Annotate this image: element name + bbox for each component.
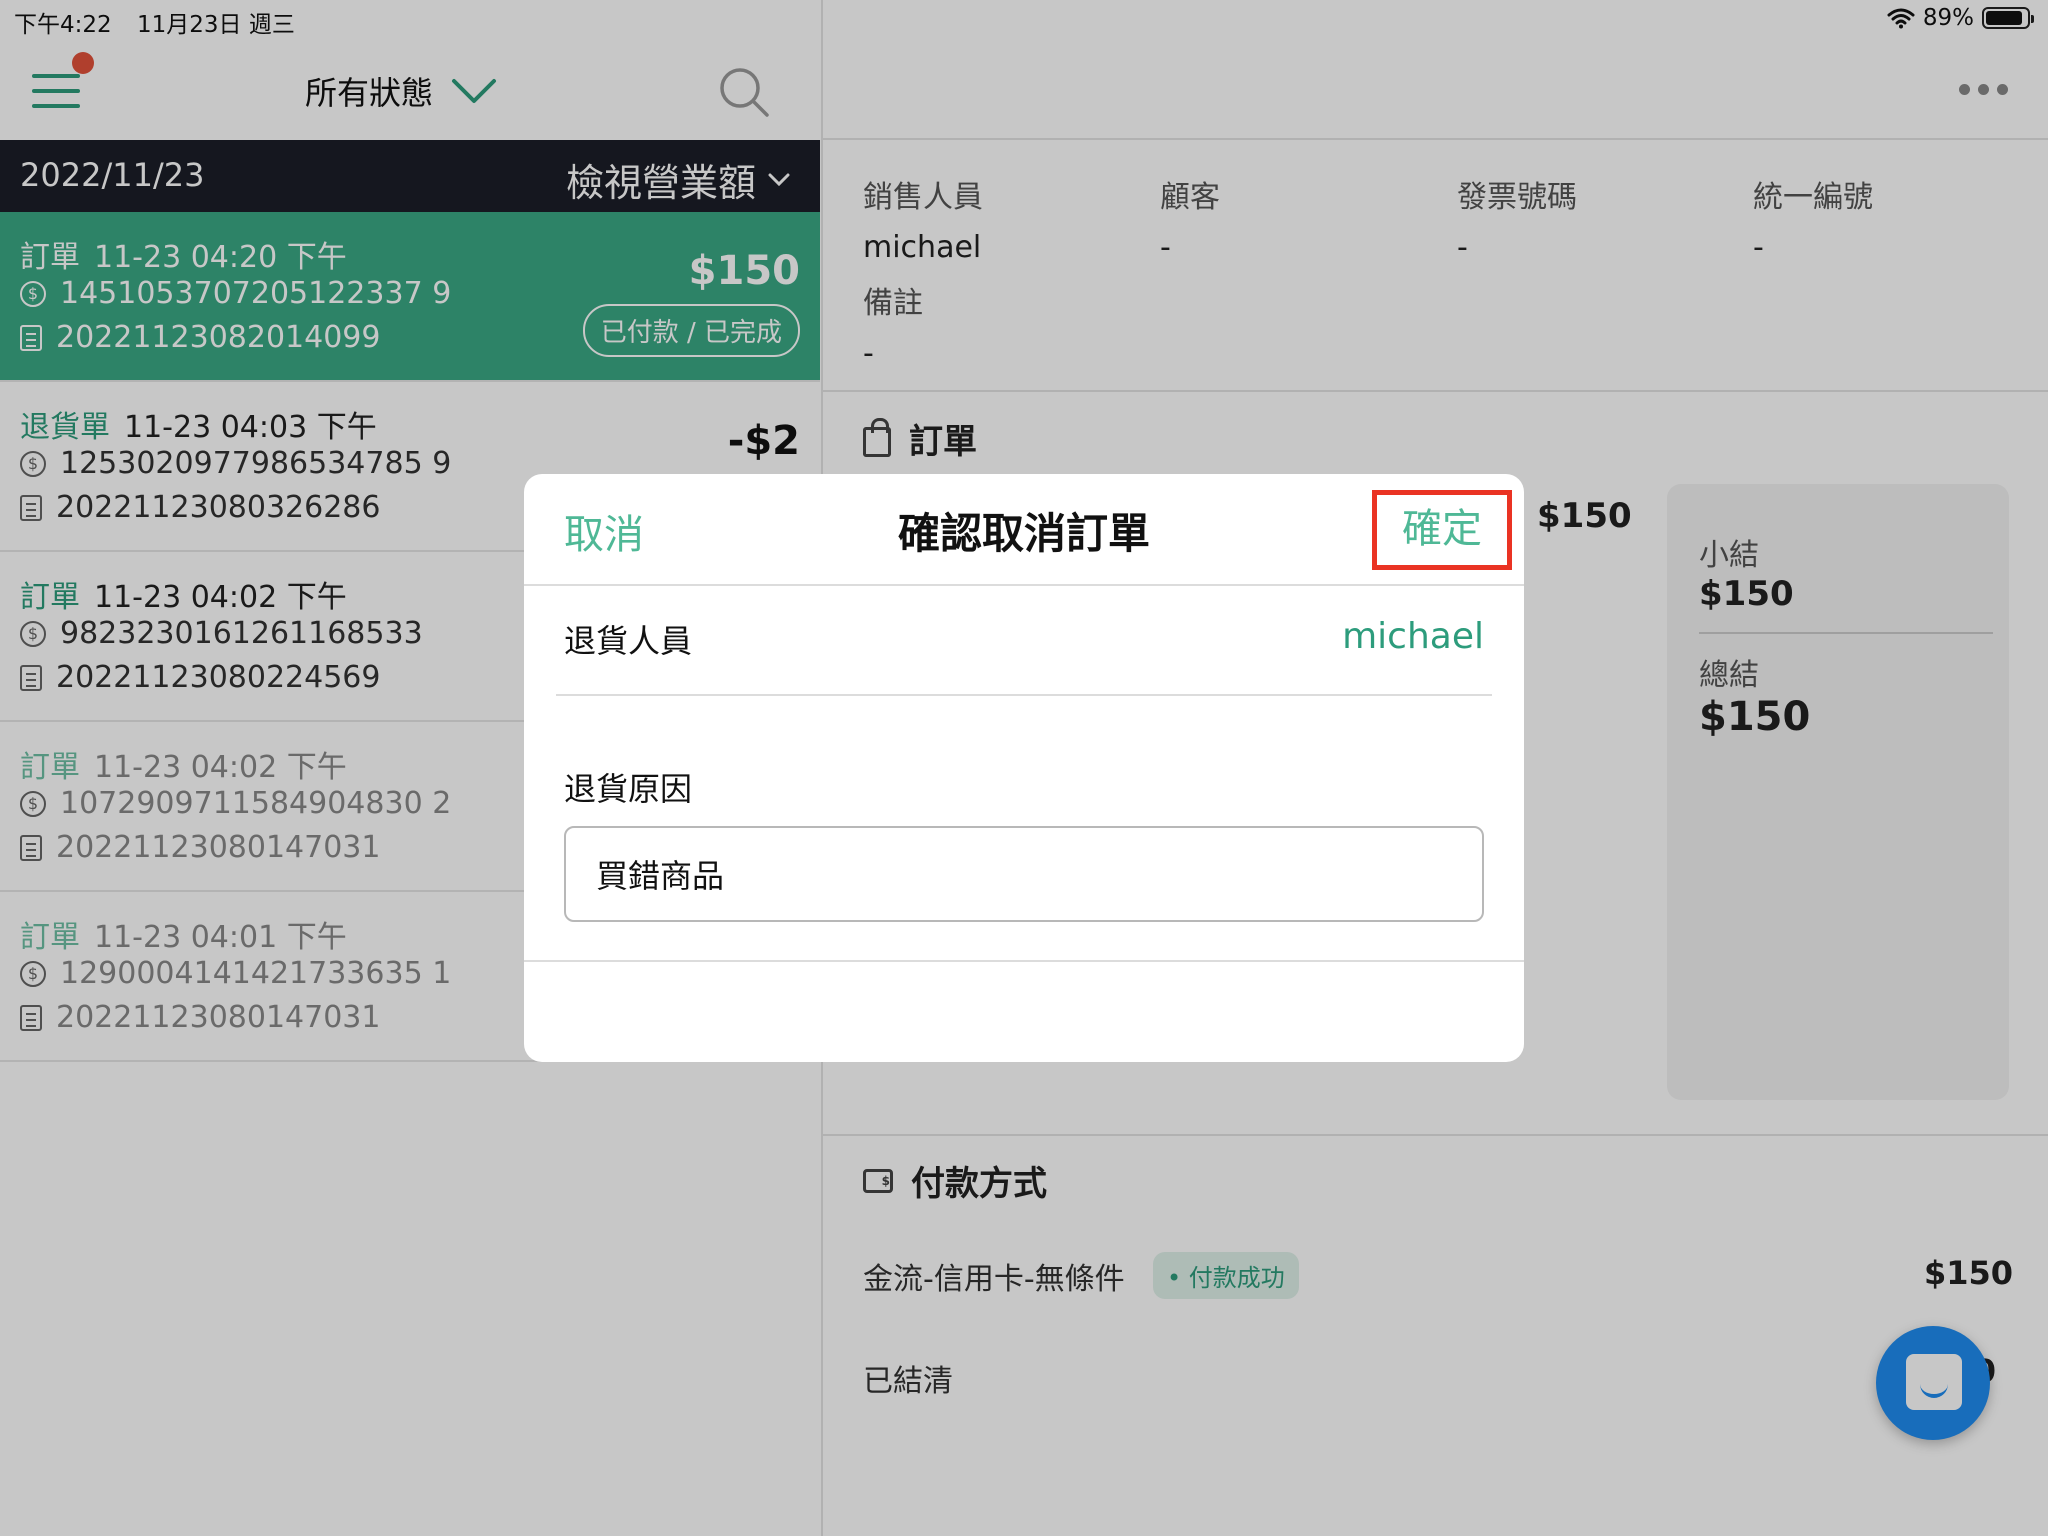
return-staff-value[interactable]: michael xyxy=(1342,616,1484,657)
return-reason-label: 退貨原因 xyxy=(564,770,693,808)
return-staff-row[interactable]: 退貨人員 michael xyxy=(556,586,1492,696)
confirm-button[interactable]: 確定 xyxy=(1372,490,1512,570)
divider xyxy=(524,960,1524,962)
return-staff-label: 退貨人員 xyxy=(564,622,693,660)
cancel-order-dialog: 取消 確認取消訂單 確定 退貨人員 michael 退貨原因 xyxy=(524,474,1524,1062)
dialog-header: 取消 確認取消訂單 確定 xyxy=(524,474,1524,586)
return-reason-input[interactable] xyxy=(564,826,1484,922)
